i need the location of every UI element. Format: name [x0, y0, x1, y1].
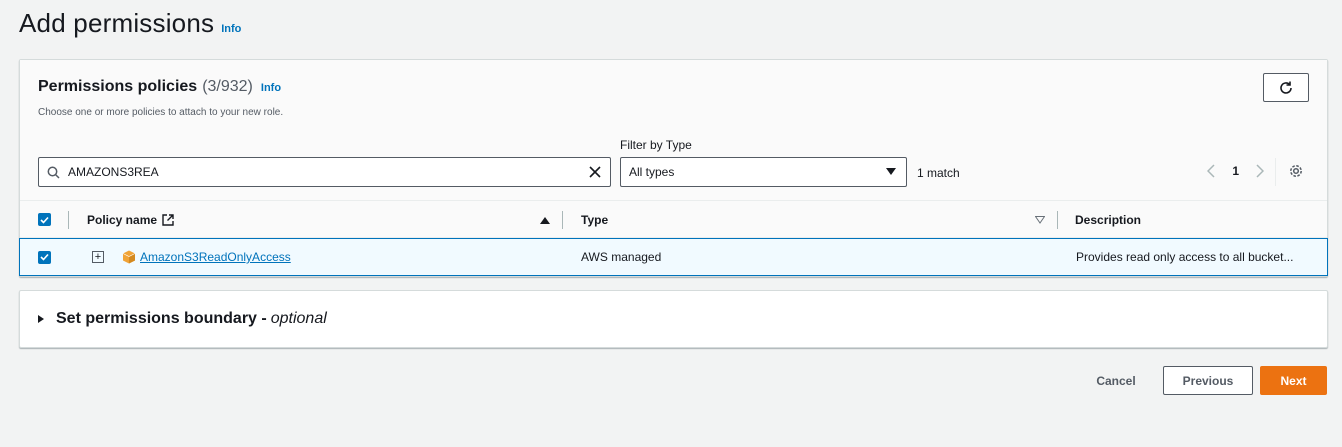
policy-name-cell: AmazonS3ReadOnlyAccess	[122, 239, 291, 275]
expand-row-cell: +	[92, 239, 104, 275]
filter-type-select[interactable]: All types	[620, 157, 907, 187]
column-header-policy-name[interactable]: Policy name	[87, 201, 174, 238]
policy-name-link[interactable]: AmazonS3ReadOnlyAccess	[140, 250, 291, 264]
caret-down-icon	[886, 168, 896, 175]
checkmark-icon	[40, 253, 49, 261]
section-title-text: Permissions policies	[38, 78, 198, 95]
policy-count: (3/932)	[202, 78, 253, 95]
policies-table: Policy name Type Description + AmazonS3R…	[19, 201, 1328, 276]
boundary-optional-label: optional	[270, 310, 327, 327]
caret-right-icon	[38, 315, 44, 323]
row-checkbox[interactable]	[38, 250, 51, 264]
policy-name-header-label: Policy name	[87, 212, 158, 227]
settings-gear-icon[interactable]	[1287, 162, 1305, 180]
external-link-icon	[162, 213, 174, 226]
aws-managed-policy-icon	[122, 250, 136, 264]
expand-plus-icon[interactable]: +	[92, 251, 104, 263]
row-select-cell	[38, 239, 51, 275]
pager-divider	[1275, 158, 1276, 186]
refresh-icon	[1280, 81, 1292, 94]
previous-page-button[interactable]	[1204, 161, 1218, 181]
chevron-left-icon	[1207, 164, 1215, 178]
filter-by-type-label: Filter by Type	[620, 138, 692, 152]
page-title: Add permissions	[19, 8, 215, 38]
table-header: Policy name Type Description	[20, 201, 1327, 238]
page-info-link[interactable]: Info	[221, 23, 241, 35]
policy-search-input[interactable]	[68, 165, 586, 179]
permissions-boundary-expander[interactable]: Set permissions boundary - optional	[19, 290, 1328, 348]
column-header-description[interactable]: Description	[1075, 201, 1141, 238]
description-header-label: Description	[1075, 212, 1142, 227]
page-header: Add permissions Info	[19, 8, 241, 39]
previous-button[interactable]: Previous	[1163, 366, 1253, 395]
type-header-label: Type	[581, 212, 609, 227]
panel-header: Permissions policies (3/932) Info Choose…	[20, 60, 1327, 201]
policy-type-cell: AWS managed	[581, 250, 662, 264]
refresh-button[interactable]	[1263, 73, 1309, 102]
checkmark-icon	[40, 216, 49, 224]
cancel-button[interactable]: Cancel	[1082, 366, 1150, 395]
section-description: Choose one or more policies to attach to…	[38, 107, 284, 118]
filter-type-value: All types	[629, 165, 675, 179]
permissions-policies-panel: Permissions policies (3/932) Info Choose…	[19, 59, 1328, 277]
policy-description-cell: Provides read only access to all bucket.…	[1076, 250, 1294, 264]
search-icon	[46, 165, 60, 179]
next-page-button[interactable]	[1253, 161, 1267, 181]
pagination: 1	[1204, 161, 1267, 181]
column-header-type[interactable]: Type	[581, 201, 608, 238]
section-title: Permissions policies (3/932) Info	[38, 78, 281, 96]
select-all-cell	[38, 201, 51, 238]
column-divider	[1057, 211, 1058, 229]
column-divider	[562, 211, 563, 229]
chevron-right-icon	[1256, 164, 1264, 178]
match-count: 1 match	[917, 166, 960, 180]
current-page-number[interactable]: 1	[1232, 164, 1239, 178]
policies-info-link[interactable]: Info	[261, 82, 281, 94]
sort-descending-icon[interactable]	[1035, 201, 1045, 238]
clear-search-icon[interactable]	[586, 163, 604, 181]
boundary-title: Set permissions boundary -	[56, 310, 267, 327]
sort-ascending-icon[interactable]	[540, 201, 550, 238]
select-all-checkbox[interactable]	[38, 213, 51, 226]
next-button[interactable]: Next	[1260, 366, 1327, 395]
table-row[interactable]: + AmazonS3ReadOnlyAccess AWS managed Pro…	[19, 238, 1328, 276]
column-divider	[68, 211, 69, 229]
policy-search-box	[38, 157, 611, 187]
